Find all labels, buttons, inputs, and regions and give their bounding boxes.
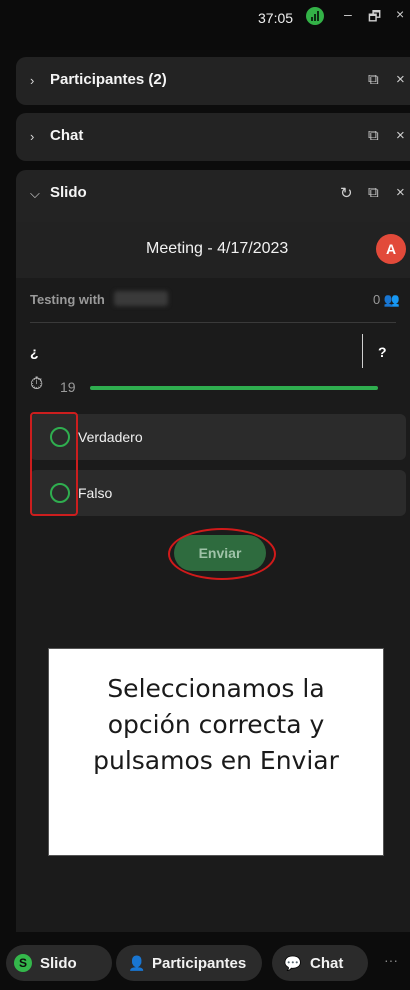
- callout-text: Seleccionamos la opción correcta y pulsa…: [93, 674, 339, 775]
- participants-panel-title: Participantes (2): [50, 71, 167, 88]
- close-icon[interactable]: ×: [396, 184, 405, 201]
- meeting-title: Meeting - 4/17/2023: [146, 240, 289, 257]
- participants-panel-header[interactable]: › Participantes (2) ⧉ ×: [16, 57, 410, 105]
- window-titlebar: 37:05 – 🗗 ×: [0, 0, 410, 50]
- dock-slido-label: Slido: [40, 955, 77, 972]
- instruction-callout: Seleccionamos la opción correcta y pulsa…: [48, 648, 384, 856]
- event-label: Testing with: [30, 292, 105, 307]
- minimize-icon[interactable]: –: [344, 6, 352, 22]
- countdown-seconds: 19: [60, 379, 76, 395]
- stopwatch-icon: ⏱: [30, 374, 44, 393]
- more-options-icon[interactable]: ···: [384, 952, 398, 968]
- meeting-header: Meeting - 4/17/2023 A: [16, 222, 410, 278]
- slido-panel-title: Slido: [50, 184, 87, 201]
- connection-signal-icon: [306, 7, 324, 25]
- option-label: Falso: [78, 485, 113, 501]
- chevron-right-icon[interactable]: ›: [30, 129, 34, 144]
- slido-icon: S: [14, 954, 32, 972]
- chat-panel-header[interactable]: › Chat ⧉ ×: [16, 113, 410, 161]
- divider: [30, 322, 396, 323]
- participants-panel: › Participantes (2) ⧉ ×: [16, 57, 410, 105]
- refresh-icon[interactable]: ↻: [340, 184, 353, 202]
- redacted-name: [114, 291, 168, 306]
- question-text-end: ?: [378, 344, 387, 360]
- countdown-progress-fill: [90, 386, 378, 390]
- chevron-right-icon[interactable]: ›: [30, 73, 34, 88]
- question-text-start: ¿: [30, 344, 39, 360]
- enviar-highlight-annotation: [168, 528, 276, 580]
- text-cursor: [362, 334, 363, 368]
- popout-icon[interactable]: ⧉: [368, 184, 379, 201]
- answer-option-falso[interactable]: Falso: [30, 470, 406, 516]
- dock-participants-label: Participantes: [152, 955, 247, 972]
- dock-slido-button[interactable]: S Slido: [6, 945, 112, 981]
- chevron-down-icon[interactable]: ⌵: [30, 186, 40, 202]
- participants-icon: 👥: [383, 292, 401, 307]
- close-icon[interactable]: ×: [396, 127, 405, 144]
- countdown-progress-bar: [90, 386, 378, 390]
- dock-chat-button[interactable]: 💬 Chat: [272, 945, 368, 981]
- meeting-timer: 37:05: [258, 10, 294, 26]
- option-label: Verdadero: [78, 429, 143, 445]
- participant-count: 0 👥: [373, 292, 401, 307]
- avatar[interactable]: A: [376, 234, 406, 264]
- slido-panel: ⌵ Slido ↻ ⧉ ×: [16, 170, 410, 222]
- participants-icon: 👤: [128, 955, 146, 971]
- answer-option-verdadero[interactable]: Verdadero: [30, 414, 406, 460]
- chat-panel-title: Chat: [50, 127, 84, 144]
- close-icon[interactable]: ×: [396, 71, 405, 88]
- close-window-icon[interactable]: ×: [396, 6, 404, 22]
- restore-icon[interactable]: 🗗: [368, 6, 381, 30]
- dock-participants-button[interactable]: 👤 Participantes: [116, 945, 262, 981]
- slido-panel-header[interactable]: ⌵ Slido ↻ ⧉ ×: [16, 170, 410, 218]
- radio-highlight-annotation: [30, 412, 78, 516]
- chat-panel: › Chat ⧉ ×: [16, 113, 410, 161]
- dock-chat-label: Chat: [310, 955, 344, 972]
- popout-icon[interactable]: ⧉: [368, 127, 379, 144]
- chat-icon: 💬: [284, 955, 302, 971]
- popout-icon[interactable]: ⧉: [368, 71, 379, 88]
